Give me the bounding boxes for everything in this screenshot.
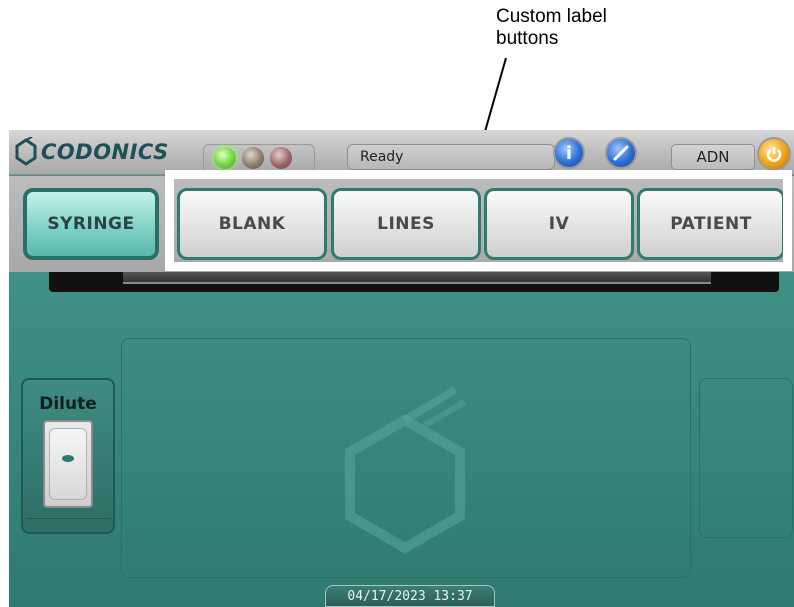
side-panel <box>699 378 793 538</box>
callout-annotation: Custom label buttons <box>496 6 607 50</box>
info-icon: i <box>565 142 573 164</box>
help-button[interactable] <box>605 137 637 169</box>
info-button[interactable]: i <box>553 137 585 169</box>
timestamp: 04/17/2023 13:37 <box>325 585 495 607</box>
red-status-light <box>270 147 292 169</box>
logo: CODONICS <box>15 136 169 168</box>
user-indicator[interactable]: ADN <box>671 144 755 170</box>
label-tray-slot <box>123 272 711 284</box>
status-field: Ready <box>347 144 555 170</box>
logo-text: CODONICS <box>41 140 169 164</box>
status-lights <box>203 144 315 172</box>
callout-line-2: buttons <box>496 28 559 49</box>
dilute-label: Dilute <box>39 394 97 414</box>
top-bar: CODONICS Ready i ADN <box>9 130 794 175</box>
custom-buttons-highlight <box>165 170 792 271</box>
codonics-watermark-icon <box>345 386 467 554</box>
logout-button[interactable] <box>757 137 791 171</box>
codonics-hex-icon <box>15 137 37 166</box>
dilute-switch-indicator <box>62 455 74 462</box>
dilute-control: Dilute <box>21 378 115 534</box>
syringe-button[interactable]: SYRINGE <box>23 188 159 260</box>
callout-line-1: Custom label <box>496 6 607 27</box>
dilute-switch[interactable] <box>43 420 93 508</box>
dilute-switch-rocker <box>49 428 87 500</box>
amber-status-light <box>242 147 264 169</box>
green-status-light <box>214 147 236 169</box>
help-icon <box>613 145 629 161</box>
dilute-footer <box>27 518 111 534</box>
label-tray <box>49 272 779 292</box>
power-icon <box>766 147 782 162</box>
